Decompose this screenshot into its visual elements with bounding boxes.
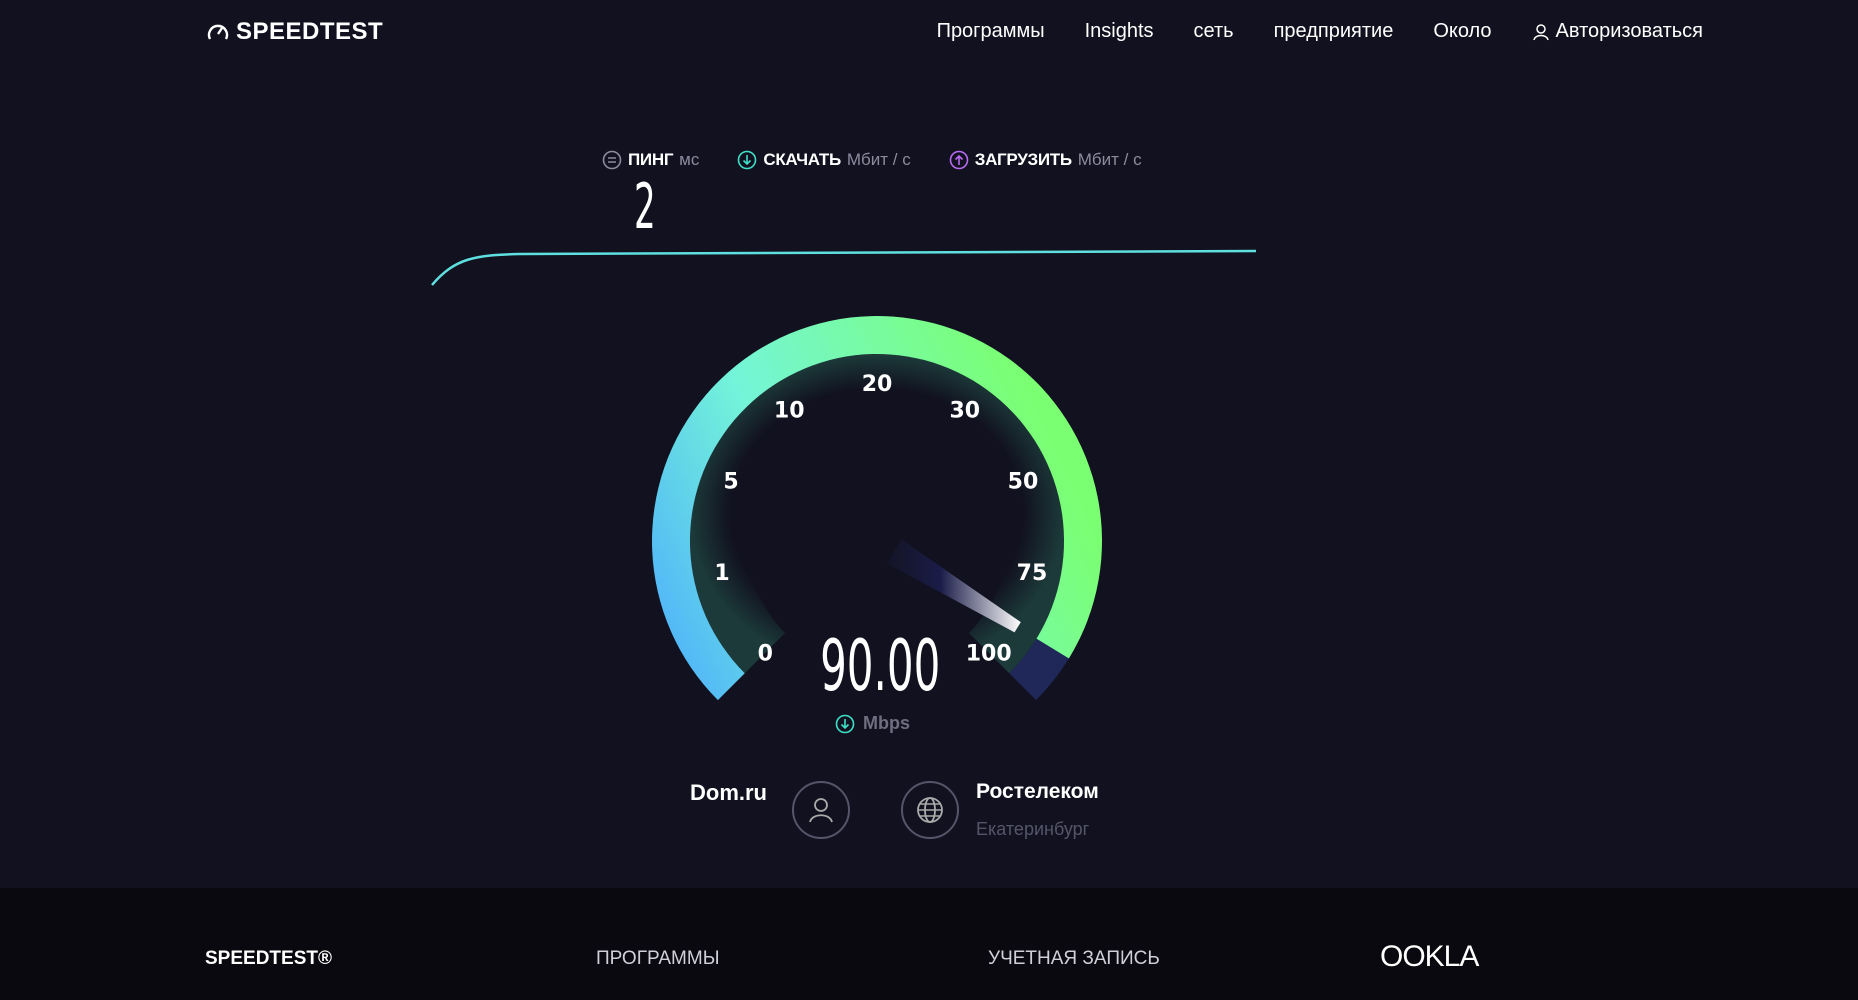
gauge-tick-label: 5 xyxy=(723,470,738,495)
gauge-tick-label: 30 xyxy=(949,399,980,424)
download-icon xyxy=(835,714,855,733)
gauge-tick-label: 50 xyxy=(1008,470,1039,495)
server-city: Екатеринбург xyxy=(976,819,1090,839)
ookla-logo[interactable]: OOKLA xyxy=(1380,940,1479,974)
ping-graph-line xyxy=(431,249,1257,286)
footer-apps[interactable]: ПРОГРАММЫ xyxy=(596,948,720,970)
gauge-tick-label: 0 xyxy=(758,642,773,667)
server-button[interactable] xyxy=(901,781,959,839)
footer-account[interactable]: УЧЕТНАЯ ЗАПИСЬ xyxy=(988,948,1160,970)
gauge-tick-label: 75 xyxy=(1017,561,1048,586)
speed-gauge: 0151020305075100 xyxy=(431,249,1257,701)
speed-unit: Mbps xyxy=(863,713,910,733)
footer-logo[interactable]: SPEEDTEST® xyxy=(205,948,332,970)
user-icon xyxy=(809,798,833,823)
server-name[interactable]: Ростелеком xyxy=(976,780,1099,804)
isp-button[interactable] xyxy=(792,781,850,839)
gauge-tick-label: 10 xyxy=(774,399,805,424)
isp-name: Dom.ru xyxy=(690,780,767,805)
globe-icon xyxy=(917,797,943,823)
footer: SPEEDTEST® ПРОГРАММЫ УЧЕТНАЯ ЗАПИСЬ OOKL… xyxy=(0,888,1858,1000)
gauge-tick-label: 1 xyxy=(714,561,729,586)
speed-value: 90.00 xyxy=(820,625,941,707)
speed-unit-row: Mbps xyxy=(835,713,910,734)
gauge-tick-label: 20 xyxy=(862,372,893,397)
